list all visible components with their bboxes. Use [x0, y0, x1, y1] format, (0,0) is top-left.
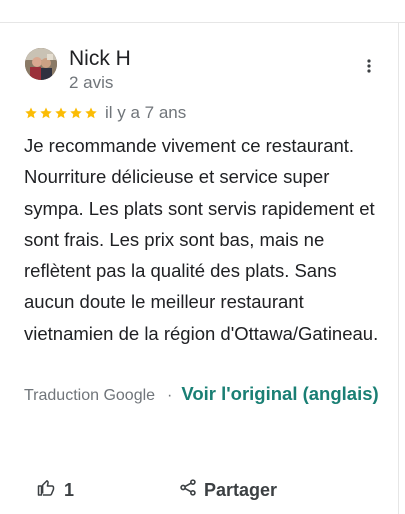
right-divider [398, 22, 399, 514]
thumb-up-icon [37, 479, 55, 501]
share-label: Partager [204, 479, 278, 500]
star-icon [25, 107, 37, 119]
star-icon [70, 107, 82, 119]
more-options-button[interactable] [358, 57, 380, 79]
review-panel: Nick H 2 avis il y a 7 ans Je recommande… [0, 0, 405, 514]
star-icon [40, 107, 52, 119]
review-text: Je recommande vivement ce restaurant. No… [24, 135, 379, 344]
star-rating [24, 106, 98, 120]
like-count: 1 [64, 479, 75, 500]
share-button[interactable]: Partager [180, 479, 277, 501]
author-review-count: 2 avis [69, 73, 114, 92]
review-actions: 1 Partager [37, 479, 277, 501]
review-time: il y a 7 ans [105, 103, 187, 122]
author-name[interactable]: Nick H [69, 46, 131, 72]
star-icon [55, 107, 67, 119]
star-icon [85, 107, 97, 119]
translation-info: Traduction Google · Voir l'original (angla… [24, 378, 386, 411]
review-card: Nick H 2 avis il y a 7 ans Je recommande… [0, 23, 398, 514]
separator-dot: · [167, 387, 173, 404]
translated-by-label: Traduction Google [24, 387, 156, 404]
avatar[interactable] [25, 48, 57, 80]
rating-row: il y a 7 ans [24, 102, 186, 124]
more-vert-icon [367, 58, 371, 78]
see-original-link[interactable]: Voir l'original (anglais) [181, 383, 378, 404]
share-icon [180, 479, 196, 501]
like-button[interactable]: 1 [37, 479, 74, 501]
